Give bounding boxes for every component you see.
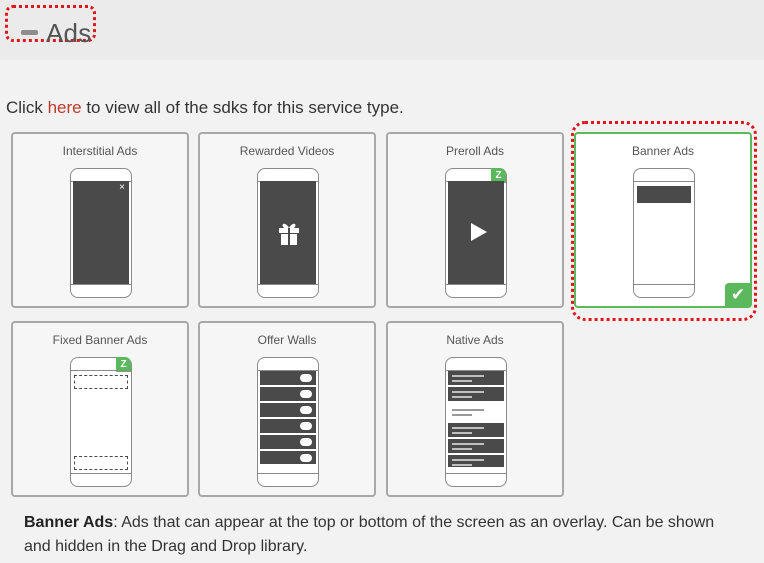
description-term: Banner Ads xyxy=(24,514,114,531)
ad-type-card-native[interactable]: Native Ads xyxy=(386,321,564,497)
offer-row xyxy=(260,435,316,451)
phone-illustration: × xyxy=(70,168,132,298)
offer-row xyxy=(260,371,316,387)
phone-illustration: Z xyxy=(445,168,507,298)
section-header: Ads xyxy=(0,0,764,60)
video-ad-screen xyxy=(448,181,504,284)
card-label: Native Ads xyxy=(446,333,504,347)
feed-item xyxy=(448,423,504,437)
feed-item xyxy=(448,371,504,385)
description-text: : Ads that can appear at the top or bott… xyxy=(24,514,715,555)
offer-row xyxy=(260,387,316,403)
offer-row xyxy=(260,419,316,435)
ad-type-card-fixed-banner[interactable]: Fixed Banner Ads Z xyxy=(11,321,189,497)
card-label: Offer Walls xyxy=(257,333,317,347)
fullscreen-ad: × xyxy=(73,181,129,284)
card-label: Interstitial Ads xyxy=(62,144,138,158)
phone-illustration xyxy=(257,168,319,298)
sdk-list-link[interactable]: here xyxy=(48,98,82,117)
gift-icon xyxy=(279,223,299,245)
offer-row xyxy=(260,451,316,464)
intro-prefix: Click xyxy=(6,98,48,117)
card-label: Banner Ads xyxy=(631,144,695,158)
intro-text: Click here to view all of the sdks for t… xyxy=(6,98,404,118)
minus-icon[interactable] xyxy=(21,30,38,35)
phone-illustration xyxy=(445,357,507,487)
collapse-toggle[interactable]: Ads xyxy=(5,5,96,48)
intro-suffix: to view all of the sdks for this service… xyxy=(81,98,404,117)
close-icon: × xyxy=(119,182,125,193)
feed-item xyxy=(448,387,504,401)
ad-type-card-rewarded-videos[interactable]: Rewarded Videos xyxy=(198,132,376,308)
bottom-banner-slot xyxy=(74,456,128,470)
ad-type-description: Banner Ads: Ads that can appear at the t… xyxy=(24,511,744,559)
ad-type-card-banner[interactable]: Banner Ads ✔ xyxy=(574,132,752,308)
feed-item xyxy=(448,455,504,467)
play-icon xyxy=(471,223,487,241)
section-title: Ads xyxy=(46,18,92,48)
ad-type-card-interstitial[interactable]: Interstitial Ads × xyxy=(11,132,189,308)
rewarded-ad-screen xyxy=(260,181,316,284)
top-banner-slot xyxy=(74,375,128,389)
feed-item xyxy=(448,439,504,453)
card-label: Preroll Ads xyxy=(445,144,505,158)
banner-ad xyxy=(637,186,691,203)
phone-illustration xyxy=(257,357,319,487)
offer-row xyxy=(260,403,316,419)
card-label: Fixed Banner Ads xyxy=(52,333,148,347)
native-ad-item xyxy=(448,405,504,419)
checkmark-icon: ✔ xyxy=(725,283,751,307)
ad-type-card-offer-walls[interactable]: Offer Walls xyxy=(198,321,376,497)
ad-type-card-preroll[interactable]: Preroll Ads Z xyxy=(386,132,564,308)
phone-illustration xyxy=(633,168,695,298)
phone-illustration: Z xyxy=(70,357,132,487)
card-label: Rewarded Videos xyxy=(239,144,335,158)
